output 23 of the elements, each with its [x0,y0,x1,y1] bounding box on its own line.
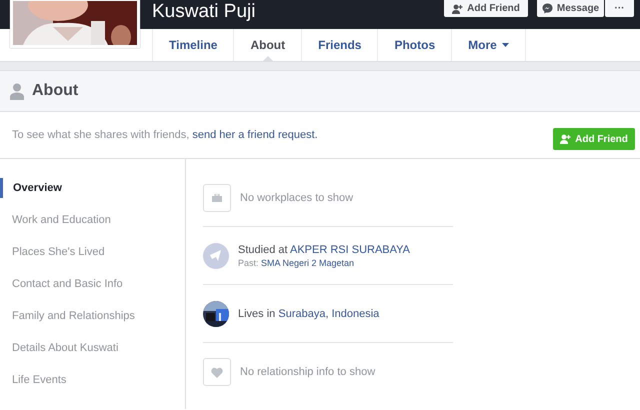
more-options-button[interactable]: ··· [605,0,634,17]
link[interactable]: AKPER RSI SURABAYA [290,244,410,256]
overview-text: Studied at AKPER RSI SURABAYA [238,244,410,256]
add-friend-icon [452,4,464,14]
profile-tab[interactable]: More [451,29,526,61]
empty-notice: No relationship info to show [240,366,376,378]
about-title: About [32,82,78,100]
messenger-icon [542,3,553,14]
friend-request-notice: To see what she shares with friends, send her a friend request. [12,129,318,141]
overview-text: Lives in Surabaya, Indonesia [238,308,380,320]
add-friend-icon [560,134,572,144]
sidebar-item[interactable]: Overview [0,178,185,198]
link[interactable]: Surabaya [278,308,326,320]
briefcase-icon [203,184,231,212]
message-button[interactable]: Message [537,0,604,17]
link[interactable]: SMA Negeri 2 Magetan [261,258,354,268]
empty-notice: No workplaces to show [240,192,354,204]
link[interactable]: Indonesia [332,308,380,320]
link[interactable]: send her a friend request. [192,129,318,141]
person-icon [10,82,24,100]
add-friend-button[interactable]: Add Friend [444,0,528,17]
past-school-text: Past: SMA Negeri 2 Magetan [238,258,356,268]
profile-name: Kuswati Puji [152,1,256,23]
